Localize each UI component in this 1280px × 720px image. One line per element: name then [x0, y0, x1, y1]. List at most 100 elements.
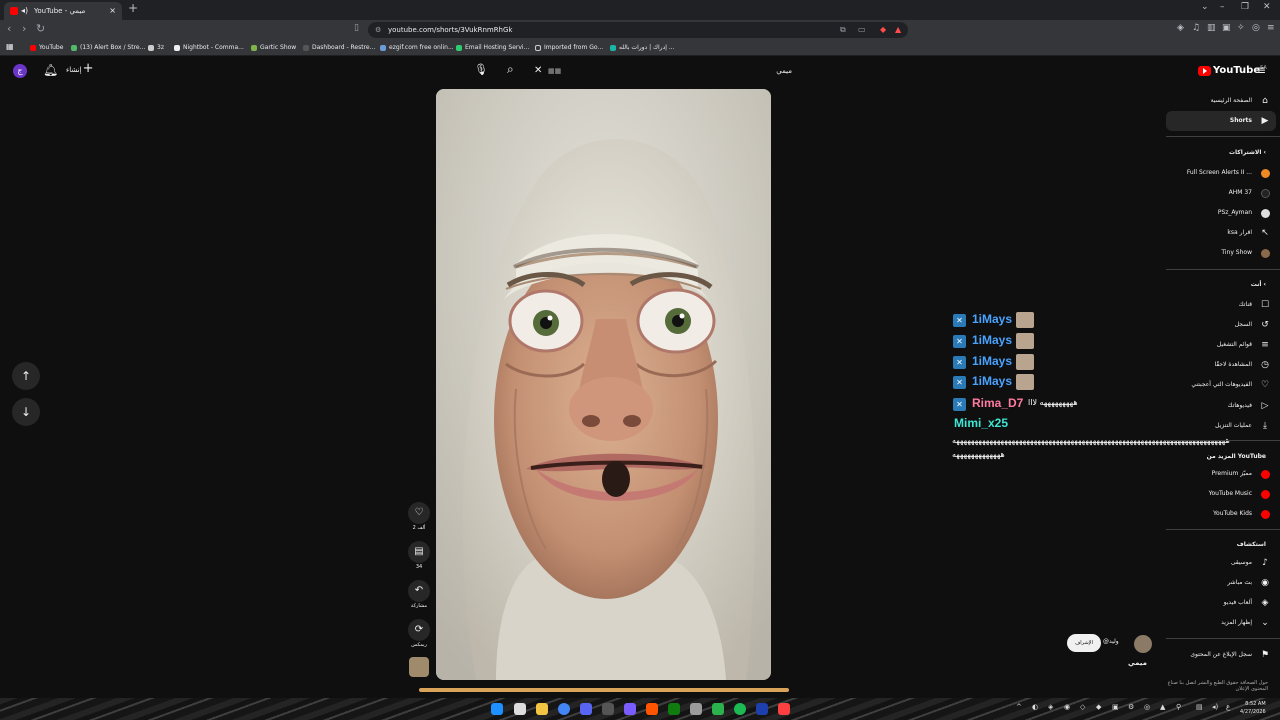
sound-thumbnail[interactable]	[409, 657, 429, 677]
volume-icon[interactable]: ◂)	[1212, 703, 1218, 711]
keyboard-icon[interactable]: ▦▦	[548, 62, 561, 80]
bookmark-edraak[interactable]: إدراك | دورات بالله ...	[610, 42, 675, 54]
extension-icon[interactable]: ◈	[1177, 23, 1184, 33]
app-icon[interactable]	[778, 703, 790, 715]
new-tab-button[interactable]: +	[128, 1, 138, 15]
remix-action[interactable]: ⟳ ريمكس	[405, 619, 433, 648]
subscription-item[interactable]: ksa اقرار ↖	[1166, 223, 1276, 243]
brave-icon[interactable]	[646, 703, 658, 715]
bookmark-email-hosting[interactable]: Email Hosting Servi...	[456, 42, 529, 54]
brave-shield-icon[interactable]: ◆	[880, 22, 886, 38]
tray-icon[interactable]: ◈	[1048, 703, 1053, 711]
file-explorer-icon[interactable]	[536, 703, 548, 715]
tray-icon[interactable]: ◆	[1096, 703, 1101, 711]
guide-item-music[interactable]: موسيقى ♪	[1166, 553, 1276, 573]
guide-menu-icon[interactable]: ≡	[1256, 63, 1266, 77]
back-button[interactable]: ‹	[7, 22, 11, 35]
obs-icon[interactable]	[624, 703, 636, 715]
photoshop-icon[interactable]	[756, 703, 768, 715]
clear-search-icon[interactable]: ✕	[534, 62, 542, 80]
tray-icon[interactable]: ⚙	[1128, 703, 1134, 711]
guide-item-premium[interactable]: Premium مميّز	[1166, 464, 1276, 484]
guide-item-shorts[interactable]: Shorts ▶	[1166, 111, 1276, 131]
tray-icon[interactable]: ◇	[1080, 703, 1085, 711]
guide-item-home[interactable]: الصفحة الرئيسية ⌂	[1166, 91, 1276, 111]
guide-item-youtube-kids[interactable]: YouTube Kids	[1166, 504, 1276, 524]
subscription-item[interactable]: AHM 37	[1166, 183, 1276, 203]
translate-icon[interactable]: ⧉	[840, 22, 846, 38]
network-icon[interactable]: ▤	[1196, 703, 1203, 711]
task-view-icon[interactable]	[514, 703, 526, 715]
bookmark-restream[interactable]: Dashboard - Restre...	[303, 42, 375, 54]
bookmark-ezgif[interactable]: ezgif.com free onlin...	[380, 42, 454, 54]
previous-short-button[interactable]: ↑	[12, 362, 40, 390]
tab-search-icon[interactable]: ⌄	[1201, 2, 1209, 12]
search-input[interactable]: ✕ ▦▦ ميمي	[530, 62, 800, 80]
xbox-icon[interactable]	[668, 703, 680, 715]
shorts-video-player[interactable]	[436, 89, 771, 680]
media-icon[interactable]: ♫	[1192, 23, 1200, 33]
bookmark-youtube[interactable]: YouTube	[30, 42, 63, 54]
chrome-icon[interactable]	[558, 703, 570, 715]
like-action[interactable]: ♡ 2 ألف	[405, 502, 433, 531]
vpn-icon[interactable]: ◎	[1252, 23, 1260, 33]
browser-tab[interactable]: ◂) YouTube - ميمي ×	[4, 2, 122, 20]
bookmark-alert-box[interactable]: (13) Alert Box / Stre...	[71, 42, 145, 54]
guide-item-show-more[interactable]: إظهار المزيد ⌄	[1166, 613, 1276, 633]
moderation-chip[interactable]: الإشراف	[1067, 634, 1101, 652]
menu-icon[interactable]: ≡	[1267, 23, 1275, 33]
share-icon[interactable]: ↶	[408, 580, 430, 602]
subscription-item[interactable]: Full Screen Alerts II ...	[1166, 163, 1276, 183]
discord-icon[interactable]	[580, 703, 592, 715]
start-button-icon[interactable]	[491, 703, 503, 715]
forward-button[interactable]: ›	[22, 22, 26, 35]
share-action[interactable]: ↶ مشاركة	[405, 580, 433, 609]
guide-item-live[interactable]: بث مباشر ◉	[1166, 573, 1276, 593]
guide-item-watch-later[interactable]: المشاهدة لاحقًا ◷	[1166, 355, 1276, 375]
bookmark-imported-folder[interactable]: Imported from Go...	[535, 42, 603, 54]
audio-playing-icon[interactable]: ◂)	[21, 2, 28, 20]
comment-icon[interactable]: ▤	[408, 541, 430, 563]
tray-icon[interactable]: ◉	[1064, 703, 1070, 711]
guide-item-playlists[interactable]: قوائم التشغيل ≡	[1166, 335, 1276, 355]
url-bar[interactable]: ⚙ youtube.com/shorts/3VukRnmRhGk ⧉ ▭ ◆ ▲	[368, 22, 908, 38]
wallet-icon[interactable]: ▣	[1222, 23, 1231, 33]
tray-icon[interactable]: ◎	[1144, 703, 1150, 711]
usb-icon[interactable]: ⚲	[1176, 703, 1181, 711]
notifications-bell-icon[interactable]: 🔔︎	[43, 63, 58, 77]
maximize-button[interactable]: ❐	[1241, 2, 1249, 12]
guide-item-downloads[interactable]: عمليات التنزيل ⤓	[1166, 416, 1276, 436]
app-icon[interactable]	[712, 703, 724, 715]
language-icon[interactable]: ع	[1226, 703, 1230, 711]
bookmark-nightbot[interactable]: Nightbot - Comma...	[174, 42, 244, 54]
next-short-button[interactable]: ↓	[12, 398, 40, 426]
guide-item-your-channel[interactable]: قناتك ☐	[1166, 295, 1276, 315]
guide-item-report-history[interactable]: سجل الإبلاغ عن المحتوى ⚑	[1166, 645, 1276, 665]
sidebar-icon[interactable]: ▥	[1207, 23, 1216, 33]
guide-item-gaming[interactable]: ألعاب فيديو ◈	[1166, 593, 1276, 613]
subscription-item[interactable]: PSz_Ayman	[1166, 203, 1276, 223]
app-icon[interactable]	[690, 703, 702, 715]
guide-item-youtube-music[interactable]: YouTube Music	[1166, 484, 1276, 504]
minimize-button[interactable]: –	[1220, 2, 1225, 12]
remix-icon[interactable]: ⟳	[408, 619, 430, 641]
subscription-item[interactable]: Tiny Show	[1166, 243, 1276, 263]
steam-icon[interactable]	[602, 703, 614, 715]
video-progress-bar[interactable]	[419, 688, 789, 692]
create-button[interactable]: إنشاء +	[66, 61, 94, 78]
guide-item-history[interactable]: السجل ↺	[1166, 315, 1276, 335]
guide-item-your-videos[interactable]: فيديوهاتك ▷	[1166, 396, 1276, 416]
comments-action[interactable]: ▤ 34	[405, 541, 433, 570]
bookmark-3z[interactable]: 3z	[148, 42, 164, 54]
brave-rewards-icon[interactable]: ▲	[895, 22, 901, 38]
system-clock[interactable]: 8:52 AM 4/27/2026	[1240, 700, 1266, 716]
apps-grid-icon[interactable]: ▦	[6, 41, 14, 53]
leo-icon[interactable]: ✧	[1237, 23, 1245, 33]
site-info-icon[interactable]: ⚙	[375, 22, 381, 38]
bookmark-page-icon[interactable]: ▯	[354, 23, 359, 33]
like-icon[interactable]: ♡	[408, 502, 430, 524]
you-header[interactable]: أنت ‹	[1166, 278, 1276, 292]
bookmark-gartic-show[interactable]: Gartic Show	[251, 42, 296, 54]
account-avatar[interactable]: ج	[13, 64, 27, 78]
subscriptions-header[interactable]: الاشتراكات ‹	[1166, 146, 1276, 160]
